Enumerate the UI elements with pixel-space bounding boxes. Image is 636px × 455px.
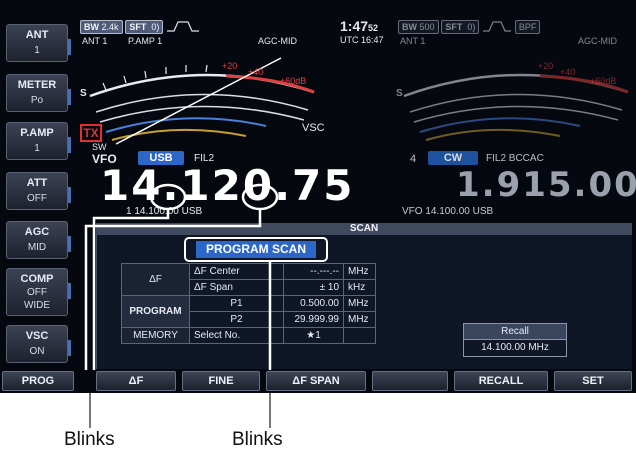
callout-blinks-right: Blinks: [232, 429, 283, 450]
blink-marker-right: [241, 183, 279, 211]
callout-blinks-left: Blinks: [64, 429, 115, 450]
blink-marker-left: [149, 183, 187, 211]
annotation-overlay: [84, 183, 328, 428]
program-scan-highlight: [184, 237, 328, 262]
